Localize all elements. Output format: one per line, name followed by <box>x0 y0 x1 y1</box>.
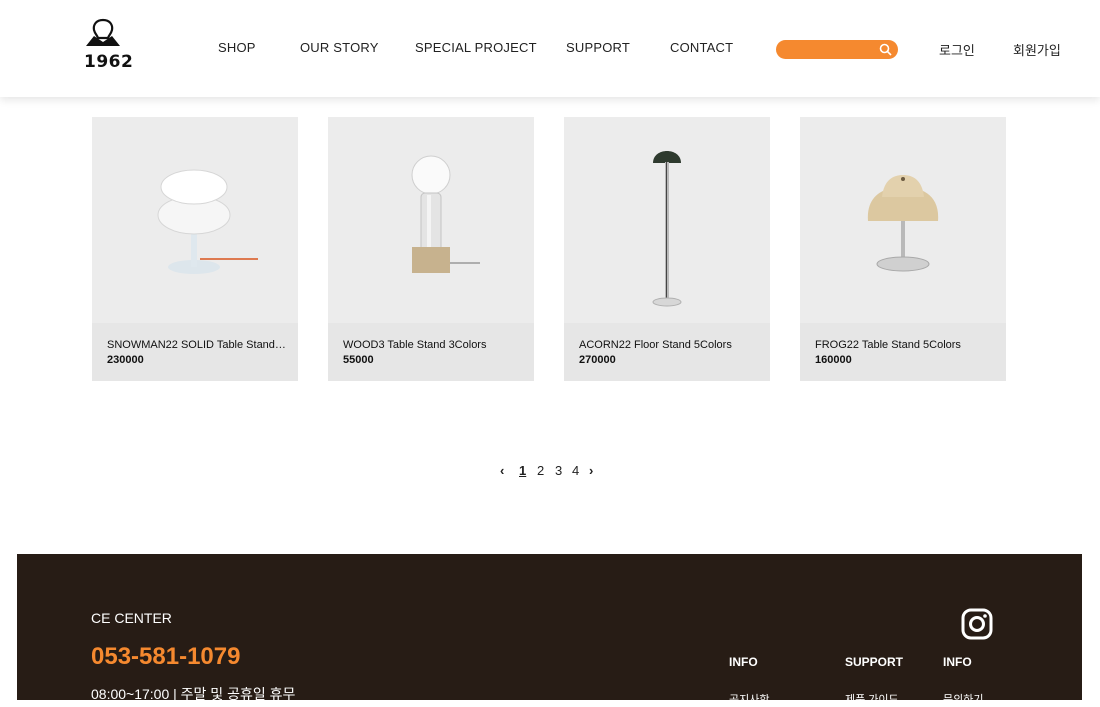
product-image[interactable] <box>564 117 770 323</box>
product-price: 270000 <box>579 354 616 366</box>
product-info: WOOD3 Table Stand 3Colors 55000 <box>328 323 534 381</box>
nav-our-story[interactable]: OUR STORY <box>300 40 379 55</box>
product-price: 55000 <box>343 354 374 366</box>
product-name[interactable]: FROG22 Table Stand 5Colors <box>815 339 995 351</box>
site-footer: CE CENTER 053-581-1079 08:00~17:00 | 주말 … <box>17 554 1082 706</box>
search-icon[interactable] <box>879 43 892 56</box>
snowman-lamp-icon <box>157 169 258 274</box>
product-image[interactable] <box>92 117 298 323</box>
product-info: FROG22 Table Stand 5Colors 160000 <box>800 323 1006 381</box>
product-image[interactable] <box>328 117 534 323</box>
page-link[interactable]: 4 <box>572 463 579 478</box>
footer-col-title-info: INFO <box>729 655 758 669</box>
acorn-floor-lamp-icon <box>652 151 682 307</box>
instagram-icon[interactable] <box>961 608 993 640</box>
product-price: 160000 <box>815 354 852 366</box>
wood-lamp-icon <box>411 155 480 273</box>
cs-hours: 08:00~17:00 | 주말 및 공휴일 휴무 <box>91 686 296 702</box>
page-link-current[interactable]: 1 <box>519 463 526 478</box>
footer-link-guide[interactable]: 제품 가이드 <box>845 691 899 707</box>
product-info: ACORN22 Floor Stand 5Colors 270000 <box>564 323 770 381</box>
login-link[interactable]: 로그인 <box>939 40 975 59</box>
brand-logo[interactable]: 1962 <box>82 18 133 72</box>
page-link[interactable]: 3 <box>555 463 562 478</box>
nav-support[interactable]: SUPPORT <box>566 40 630 55</box>
logo-text: 1962 <box>84 52 134 72</box>
product-card[interactable]: FROG22 Table Stand 5Colors 160000 <box>800 117 1006 381</box>
nav-shop[interactable]: SHOP <box>218 40 256 55</box>
product-card[interactable]: SNOWMAN22 SOLID Table Stand 2Colors 2300… <box>92 117 298 381</box>
footer-col-title-info-2: INFO <box>943 655 972 669</box>
nav-contact[interactable]: CONTACT <box>670 40 733 55</box>
product-name[interactable]: SNOWMAN22 SOLID Table Stand 2Colors <box>107 339 287 351</box>
page-link[interactable]: 2 <box>537 463 544 478</box>
product-name[interactable]: ACORN22 Floor Stand 5Colors <box>579 339 759 351</box>
footer-col-title-support: SUPPORT <box>845 655 904 669</box>
frog-lamp-icon <box>867 175 939 272</box>
product-price: 230000 <box>107 354 144 366</box>
product-info: SNOWMAN22 SOLID Table Stand 2Colors 2300… <box>92 323 298 381</box>
product-image[interactable] <box>800 117 1006 323</box>
prev-page-button[interactable]: ‹ <box>500 463 504 478</box>
site-header: 1962 SHOP OUR STORY SPECIAL PROJECT SUPP… <box>0 0 1100 97</box>
product-card[interactable]: ACORN22 Floor Stand 5Colors 270000 <box>564 117 770 381</box>
footer-link-inquiry[interactable]: 문의하기 <box>943 691 983 707</box>
footer-link-notice[interactable]: 공지사항 <box>729 691 769 707</box>
search-input[interactable] <box>776 40 898 59</box>
signup-link[interactable]: 회원가입 <box>1013 40 1061 59</box>
next-page-button[interactable]: › <box>589 463 593 478</box>
cs-center-title: CE CENTER <box>91 610 172 626</box>
cs-phone-number: 053-581-1079 <box>91 643 241 670</box>
product-name[interactable]: WOOD3 Table Stand 3Colors <box>343 339 523 351</box>
product-card[interactable]: WOOD3 Table Stand 3Colors 55000 <box>328 117 534 381</box>
lamp-logo-icon <box>86 18 120 46</box>
nav-special-project[interactable]: SPECIAL PROJECT <box>415 40 537 55</box>
